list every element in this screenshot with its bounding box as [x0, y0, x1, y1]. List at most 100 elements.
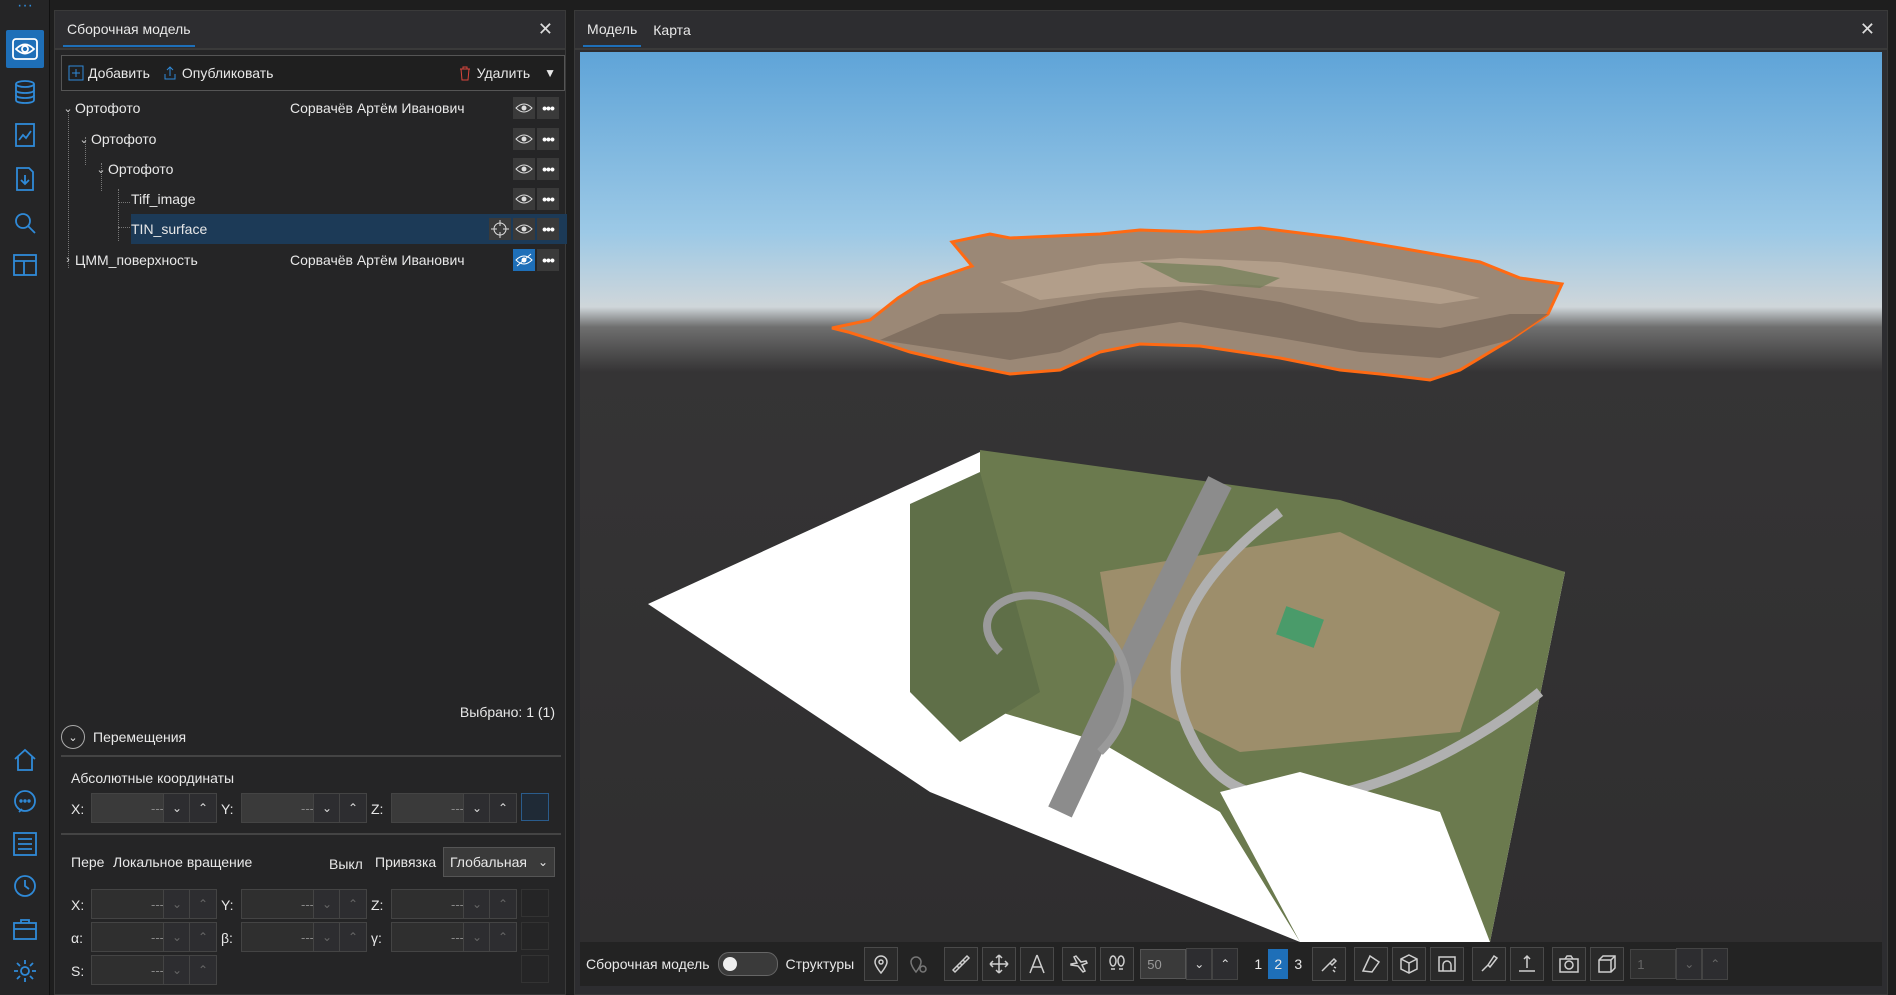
expand-caret-icon[interactable]: ⌄: [94, 163, 108, 176]
rot-x-input[interactable]: ---: [91, 889, 169, 919]
visibility-eye-icon[interactable]: [513, 97, 535, 119]
page-input[interactable]: 1: [1630, 949, 1677, 979]
clip-box-icon[interactable]: [1430, 947, 1465, 981]
visibility-eye-icon[interactable]: [513, 218, 535, 240]
moves-header[interactable]: Перемещения: [93, 729, 186, 745]
alpha-input[interactable]: ---: [91, 922, 169, 952]
apply-coords-button[interactable]: [521, 793, 549, 821]
settings-icon[interactable]: [6, 952, 44, 990]
increment-icon[interactable]: ⌃: [489, 793, 517, 823]
increment-icon[interactable]: ⌃: [189, 922, 217, 952]
apply-button-disabled[interactable]: [521, 889, 549, 917]
history-icon[interactable]: [6, 867, 44, 905]
increment-icon[interactable]: ⌃: [189, 889, 217, 919]
section-plane-icon[interactable]: [1354, 947, 1389, 981]
rot-y-input[interactable]: ---: [241, 889, 319, 919]
binding-select[interactable]: Глобальная ⌄: [443, 847, 555, 877]
decrement-icon[interactable]: ⌄: [163, 793, 191, 823]
delete-button[interactable]: Удалить: [451, 65, 536, 81]
level-3-button[interactable]: 3: [1288, 949, 1308, 979]
layout-icon[interactable]: [6, 246, 44, 284]
tree-item[interactable]: ⌄ Ортофото Сорвачёв Артём Иванович •••: [55, 93, 567, 123]
decrement-icon[interactable]: ⌄: [1186, 948, 1213, 980]
abs-y-input[interactable]: ---: [241, 793, 319, 823]
rot-z-input[interactable]: ---: [391, 889, 469, 919]
walk-mode-icon[interactable]: [1100, 947, 1135, 981]
briefcase-icon[interactable]: [6, 910, 44, 948]
structures-toggle[interactable]: [717, 952, 778, 976]
3d-scene[interactable]: [580, 52, 1882, 942]
pin-settings-icon[interactable]: [902, 948, 934, 980]
tab-map[interactable]: Карта: [653, 22, 690, 38]
measure-ruler-icon[interactable]: [944, 947, 979, 981]
more-dots-icon[interactable]: ···: [14, 0, 36, 14]
camera-icon[interactable]: [1552, 947, 1587, 981]
increment-icon[interactable]: ⌃: [339, 793, 367, 823]
publish-button[interactable]: Опубликовать: [156, 65, 280, 81]
increment-icon[interactable]: ⌃: [189, 955, 217, 985]
close-viewport-icon[interactable]: ✕: [1860, 19, 1875, 40]
list-icon[interactable]: [6, 825, 44, 863]
increment-icon[interactable]: ⌃: [489, 922, 517, 952]
close-panel-icon[interactable]: ✕: [538, 19, 553, 40]
decrement-icon[interactable]: ⌄: [463, 922, 491, 952]
elevation-icon[interactable]: [1510, 947, 1545, 981]
report-icon[interactable]: [6, 116, 44, 154]
decrement-icon[interactable]: ⌄: [163, 922, 191, 952]
focus-target-icon[interactable]: [489, 218, 511, 240]
level-2-button[interactable]: 2: [1268, 949, 1289, 979]
more-options-icon[interactable]: •••: [537, 188, 559, 210]
compass-icon[interactable]: [1020, 947, 1055, 981]
apply-button-disabled[interactable]: [521, 955, 549, 983]
visibility-eye-icon[interactable]: [513, 158, 535, 180]
more-options-icon[interactable]: •••: [537, 218, 559, 240]
cube-view-icon[interactable]: [1392, 947, 1427, 981]
toolbar-dropdown-icon[interactable]: ▼: [536, 66, 564, 80]
decrement-icon[interactable]: ⌄: [1676, 948, 1703, 980]
visibility-hidden-icon[interactable]: [513, 249, 535, 271]
tree-item[interactable]: ⌄ Ортофото •••: [55, 124, 567, 154]
expand-caret-icon[interactable]: ⌄: [77, 133, 91, 146]
add-button[interactable]: Добавить: [62, 65, 156, 81]
decrement-icon[interactable]: ⌄: [313, 793, 341, 823]
more-options-icon[interactable]: •••: [537, 158, 559, 180]
level-1-button[interactable]: 1: [1248, 949, 1268, 979]
abs-z-input[interactable]: ---: [391, 793, 469, 823]
tree-item-selected[interactable]: TIN_surface •••: [131, 214, 567, 244]
map-pin-icon[interactable]: [864, 947, 899, 981]
tree-item[interactable]: › ЦММ_поверхность Сорвачёв Артём Иванови…: [55, 245, 567, 275]
more-options-icon[interactable]: •••: [537, 97, 559, 119]
scale-input[interactable]: ---: [91, 955, 169, 985]
more-options-icon[interactable]: •••: [537, 249, 559, 271]
visibility-eye-icon[interactable]: [513, 188, 535, 210]
home-icon[interactable]: [6, 741, 44, 779]
decrement-icon[interactable]: ⌄: [463, 889, 491, 919]
import-icon[interactable]: [6, 160, 44, 198]
visibility-eye-icon[interactable]: [513, 128, 535, 150]
light-brush-icon[interactable]: [1472, 947, 1507, 981]
increment-icon[interactable]: ⌃: [189, 793, 217, 823]
beta-input[interactable]: ---: [241, 922, 319, 952]
tree-item[interactable]: ⌄ Ортофото •••: [55, 154, 567, 184]
decrement-icon[interactable]: ⌄: [463, 793, 491, 823]
chat-icon[interactable]: [6, 783, 44, 821]
eye-icon[interactable]: [6, 30, 44, 68]
decrement-icon[interactable]: ⌄: [313, 922, 341, 952]
box-select-icon[interactable]: [1590, 947, 1625, 981]
lod-input[interactable]: 50: [1140, 949, 1187, 979]
database-icon[interactable]: [6, 73, 44, 111]
decrement-icon[interactable]: ⌄: [163, 955, 191, 985]
move-arrows-icon[interactable]: [982, 947, 1017, 981]
decrement-icon[interactable]: ⌄: [313, 889, 341, 919]
collapse-chevron-icon[interactable]: ⌄: [61, 725, 85, 749]
increment-icon[interactable]: ⌃: [489, 889, 517, 919]
flight-mode-icon[interactable]: [1062, 947, 1097, 981]
expand-caret-icon[interactable]: ›: [61, 254, 75, 266]
increment-icon[interactable]: ⌃: [339, 889, 367, 919]
increment-icon[interactable]: ⌃: [1702, 948, 1729, 980]
tab-model[interactable]: Модель: [583, 12, 642, 47]
spray-icon[interactable]: [1312, 947, 1347, 981]
tree-item[interactable]: Tiff_image •••: [55, 184, 567, 214]
panel-title[interactable]: Сборочная модель: [63, 12, 195, 47]
increment-icon[interactable]: ⌃: [339, 922, 367, 952]
